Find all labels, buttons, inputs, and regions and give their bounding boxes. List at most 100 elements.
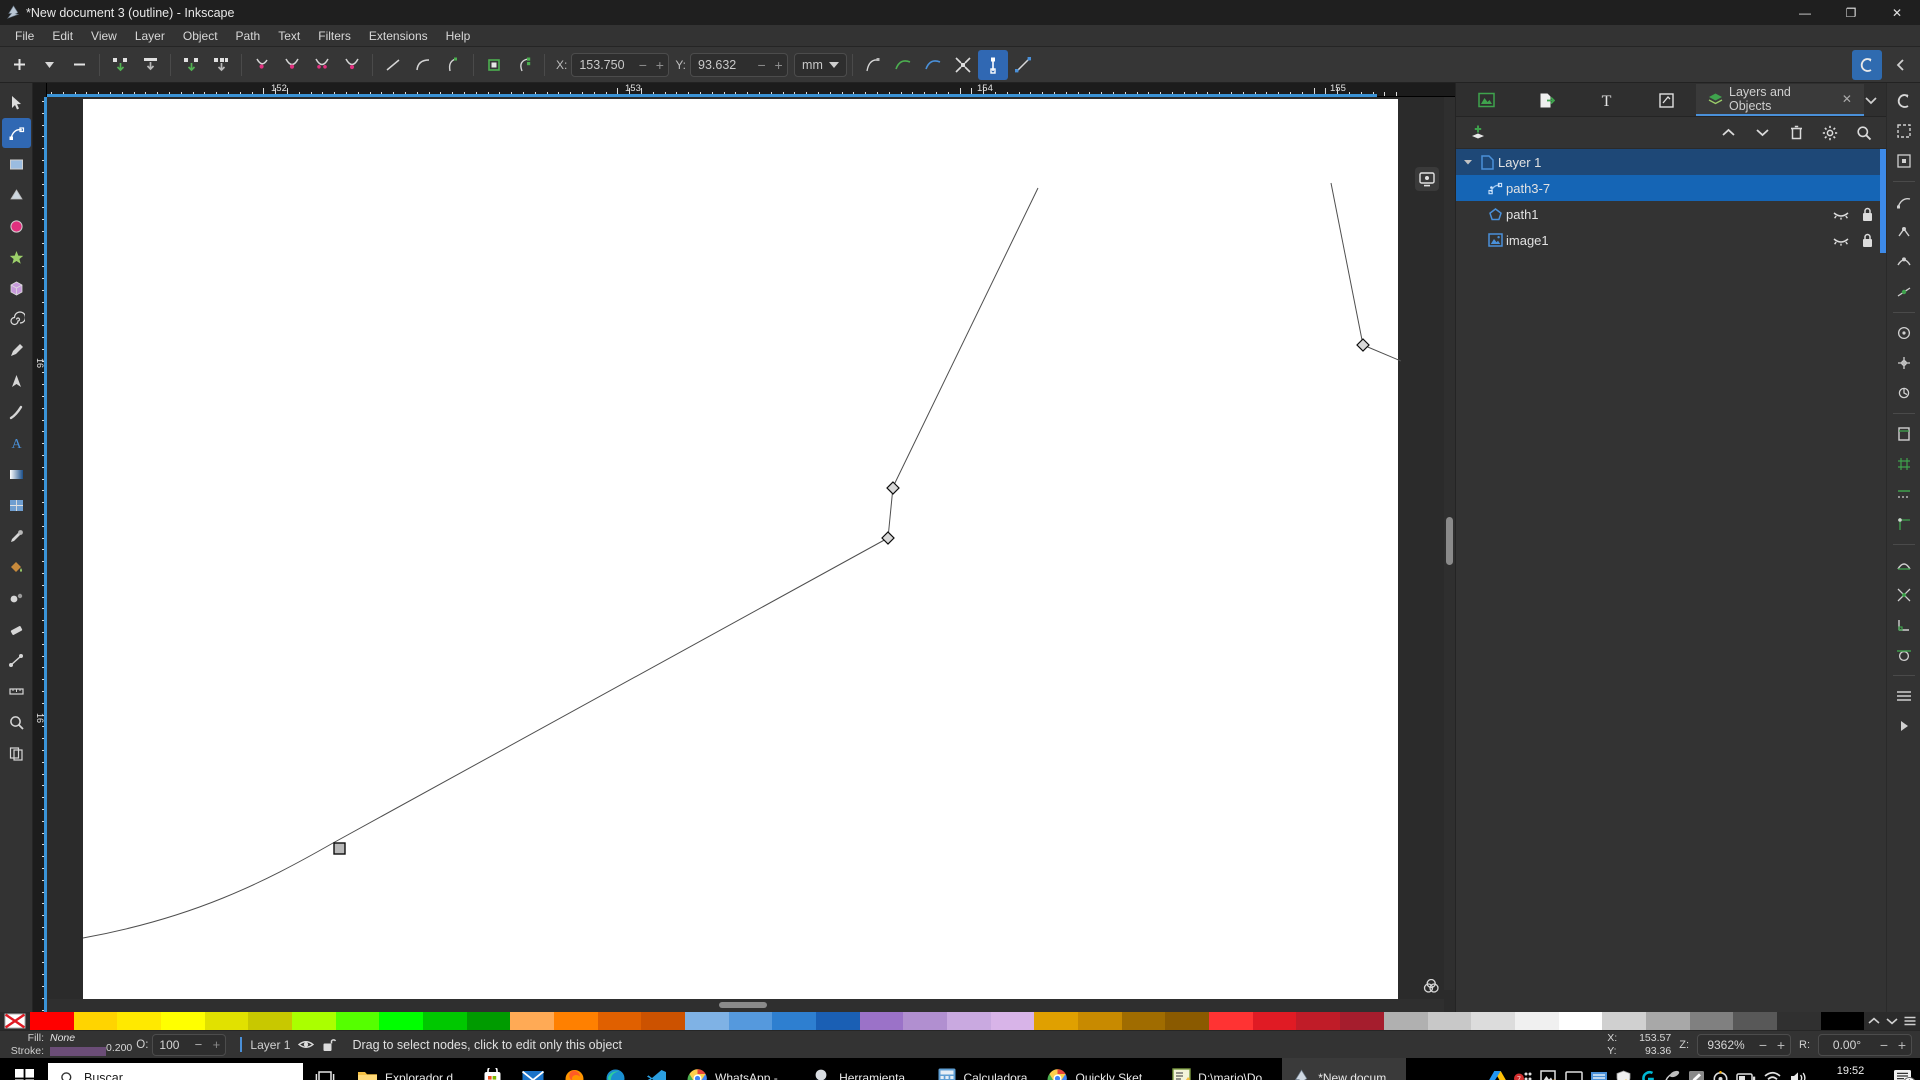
ellipse-tool[interactable] — [2, 211, 31, 241]
palette-swatch[interactable] — [379, 1012, 424, 1030]
collapse-panel-icon[interactable] — [1886, 50, 1916, 80]
palette-swatch[interactable] — [1296, 1012, 1341, 1030]
snap-bbox-icon[interactable] — [1890, 117, 1918, 145]
canvas-vertical-scroll-thumb[interactable] — [1446, 517, 1453, 565]
fill-stroke-indicator[interactable]: Fill: None Stroke: — [0, 1032, 112, 1058]
snap-midpoint-icon[interactable] — [1890, 278, 1918, 306]
palette-swatch[interactable] — [641, 1012, 686, 1030]
delete-segment-icon[interactable] — [206, 50, 236, 80]
show-handles-icon[interactable] — [977, 49, 1008, 80]
opacity-decrement-button[interactable]: − — [189, 1037, 207, 1052]
layers-list[interactable]: Layer 1 path3-7 path1 image1 — [1456, 149, 1886, 1012]
rectangle-tool[interactable] — [2, 149, 31, 179]
hidden-eye-icon[interactable] — [1828, 235, 1854, 246]
menu-file[interactable]: File — [6, 27, 43, 45]
palette-swatch[interactable] — [1645, 1012, 1690, 1030]
taskbar-item-store[interactable] — [473, 1058, 512, 1080]
stroke-width-value[interactable]: 0.200 — [106, 1042, 132, 1054]
dock-tab-document-properties[interactable] — [1636, 84, 1696, 116]
wifi-icon[interactable] — [1763, 1071, 1782, 1080]
taskbar-clock[interactable]: 19:52 12/04/2024 — [1815, 1064, 1886, 1080]
mesh-gradient-tool[interactable] — [2, 490, 31, 520]
canvas-drawing[interactable] — [33, 83, 1455, 1012]
volume-icon[interactable] — [1789, 1070, 1808, 1080]
satellite-icon[interactable] — [1663, 1070, 1681, 1080]
palette-swatch[interactable] — [1776, 1012, 1821, 1030]
show-path-outline-icon[interactable] — [918, 50, 948, 80]
disc-icon[interactable] — [1712, 1070, 1729, 1080]
palette-scroll-down-chevron-down-icon[interactable] — [1886, 1017, 1898, 1025]
palette-swatch[interactable] — [597, 1012, 642, 1030]
star-tool[interactable] — [2, 242, 31, 272]
settings-button[interactable] — [1816, 120, 1844, 146]
segment-line-icon[interactable] — [378, 50, 408, 80]
palette-swatch[interactable] — [1602, 1012, 1646, 1030]
task-view-icon[interactable] — [303, 1058, 347, 1080]
insert-node-dropdown-icon[interactable] — [34, 50, 64, 80]
dock-tab-layers-and-objects[interactable]: Layers and Objects ✕ — [1696, 84, 1864, 116]
palette-swatch[interactable] — [1820, 1012, 1865, 1030]
eye-icon[interactable] — [298, 1038, 315, 1051]
snap-toggle-icon[interactable] — [1852, 49, 1882, 80]
opacity-increment-button[interactable]: + — [207, 1037, 225, 1052]
palette-menu-hamburger-icon[interactable] — [1904, 1016, 1916, 1026]
snap-node-smooth-icon[interactable] — [1890, 248, 1918, 276]
y-decrement-button[interactable]: − — [753, 54, 770, 76]
palette-scroll-up-chevron-up-icon[interactable] — [1868, 1017, 1880, 1025]
palette-swatch[interactable] — [1427, 1012, 1472, 1030]
node-cusp-icon[interactable] — [247, 50, 277, 80]
palette-swatch[interactable] — [1733, 1012, 1777, 1030]
pen-tool[interactable] — [2, 366, 31, 396]
palette-swatch[interactable] — [1209, 1012, 1253, 1030]
menu-path[interactable]: Path — [227, 27, 270, 45]
lock-icon[interactable] — [1854, 233, 1880, 248]
object-to-path-icon[interactable] — [438, 50, 468, 80]
text-tool[interactable]: A — [2, 428, 31, 458]
display-mode-icon[interactable] — [1415, 167, 1439, 191]
canvas-vertical-scrollbar[interactable] — [1444, 97, 1455, 990]
snap-perpendicular-icon[interactable] — [1890, 611, 1918, 639]
show-outline-icon[interactable] — [888, 50, 918, 80]
delete-node-icon[interactable] — [64, 50, 94, 80]
zoom-field[interactable]: − + — [1697, 1033, 1791, 1056]
node-symmetric-icon[interactable] — [307, 50, 337, 80]
canvas-horizontal-scroll-thumb[interactable] — [719, 1002, 767, 1008]
zoom-increment-button[interactable]: + — [1772, 1037, 1790, 1053]
pages-tool[interactable] — [2, 738, 31, 768]
palette-swatch[interactable] — [423, 1012, 467, 1030]
palette-swatch[interactable] — [728, 1012, 773, 1030]
delete-button[interactable] — [1782, 120, 1810, 146]
snap-master-icon[interactable] — [1890, 87, 1918, 115]
y-increment-button[interactable]: + — [770, 54, 787, 76]
path-effect-icon[interactable] — [509, 50, 539, 80]
palette-swatch[interactable] — [903, 1012, 948, 1030]
menu-edit[interactable]: Edit — [43, 27, 82, 45]
zoom-input[interactable] — [1698, 1037, 1754, 1052]
lock-icon[interactable] — [1854, 207, 1880, 222]
move-down-button[interactable] — [1748, 120, 1776, 146]
zoom-tool[interactable] — [2, 707, 31, 737]
chevron-down-icon[interactable] — [1460, 158, 1476, 166]
dock-tab-text[interactable]: T — [1576, 84, 1636, 116]
palette-swatch[interactable] — [772, 1012, 817, 1030]
palette-swatch[interactable] — [816, 1012, 860, 1030]
layer-row-path1[interactable]: path1 — [1456, 201, 1886, 227]
node-smooth-icon[interactable] — [277, 50, 307, 80]
connector-tool[interactable] — [2, 645, 31, 675]
join-with-segment-icon[interactable] — [176, 50, 206, 80]
logitech-icon[interactable] — [1639, 1070, 1656, 1080]
y-coordinate-field[interactable]: − + — [690, 52, 789, 77]
snap-nodes-icon[interactable] — [1890, 188, 1918, 216]
rotation-decrement-button[interactable]: − — [1875, 1037, 1893, 1053]
taskbar-item-vscode[interactable] — [636, 1058, 677, 1080]
snap-grid-icon[interactable] — [1890, 450, 1918, 478]
taskbar-item-edge[interactable] — [595, 1058, 636, 1080]
color-managed-view-icon[interactable] — [1421, 976, 1441, 996]
hidden-eye-icon[interactable] — [1828, 209, 1854, 220]
palette-swatch[interactable] — [685, 1012, 729, 1030]
menu-view[interactable]: View — [82, 27, 126, 45]
rotation-increment-button[interactable]: + — [1893, 1037, 1911, 1053]
palette-swatch[interactable] — [510, 1012, 555, 1030]
taskbar-item-quickly-sketch[interactable]: Quickly Sket... — [1037, 1058, 1162, 1080]
menu-text[interactable]: Text — [269, 27, 309, 45]
